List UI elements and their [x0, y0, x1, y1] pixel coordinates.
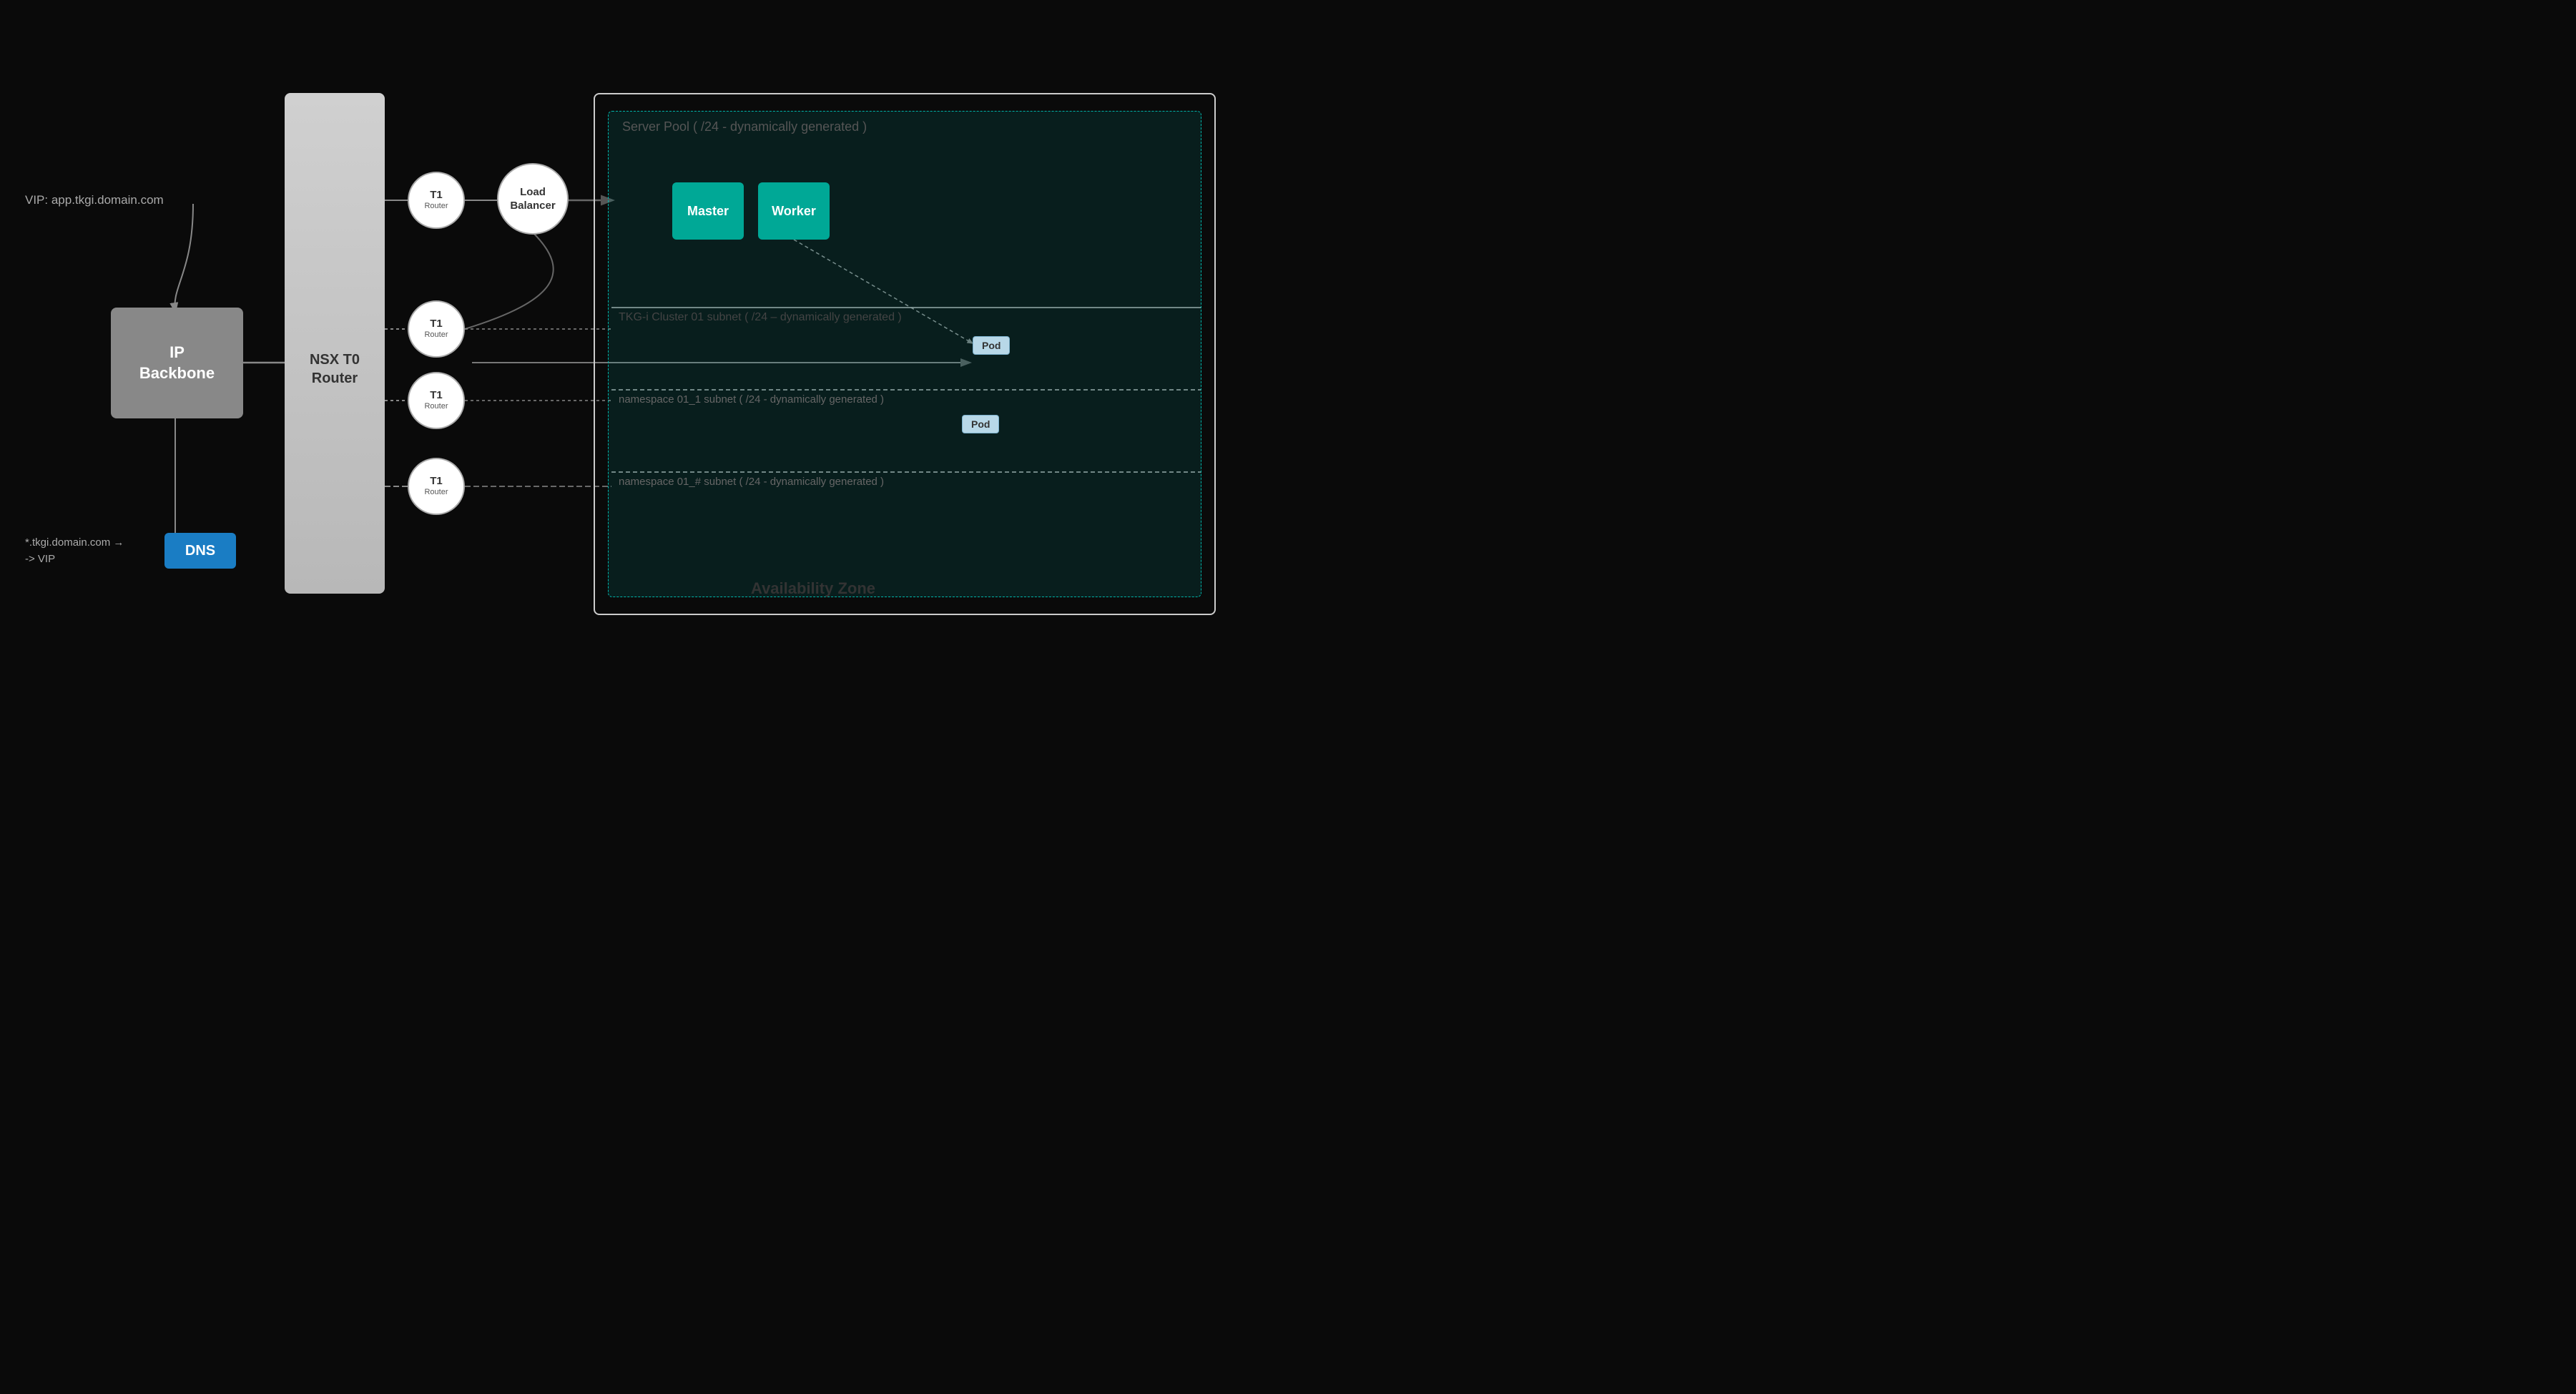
- az-label: Availability Zone: [751, 579, 875, 598]
- t1-router-2: T1 Router: [408, 300, 465, 358]
- load-balancer: Load Balancer: [497, 163, 569, 235]
- namespace-01-hash-label: namespace 01_# subnet ( /24 - dynamicall…: [619, 476, 884, 488]
- tkg-cluster-label: TKG-i Cluster 01 subnet ( /24 – dynamica…: [619, 311, 902, 324]
- dns-box: DNS: [164, 533, 236, 569]
- server-pool-label: Server Pool ( /24 - dynamically generate…: [622, 119, 867, 134]
- master-node: Master: [672, 182, 744, 240]
- nsx-label: NSX T0 Router: [285, 350, 385, 388]
- diagram-container: VIP: app.tkgi.domain.com IP Backbone *.t…: [0, 0, 1288, 697]
- namespace-01-1-label: namespace 01_1 subnet ( /24 - dynamicall…: [619, 393, 884, 406]
- worker-node: Worker: [758, 182, 830, 240]
- t1-router-1: T1 Router: [408, 172, 465, 229]
- pod-box-2: Pod: [962, 415, 999, 433]
- nsx-bar: [285, 93, 385, 594]
- pod-box-1: Pod: [973, 336, 1010, 355]
- t1-router-3: T1 Router: [408, 372, 465, 429]
- vip-label: VIP: app.tkgi.domain.com: [25, 193, 164, 207]
- dns-text-label: *.tkgi.domain.com → -> VIP: [25, 535, 124, 567]
- t1-router-4: T1 Router: [408, 458, 465, 515]
- ip-backbone-box: IP Backbone: [111, 308, 243, 418]
